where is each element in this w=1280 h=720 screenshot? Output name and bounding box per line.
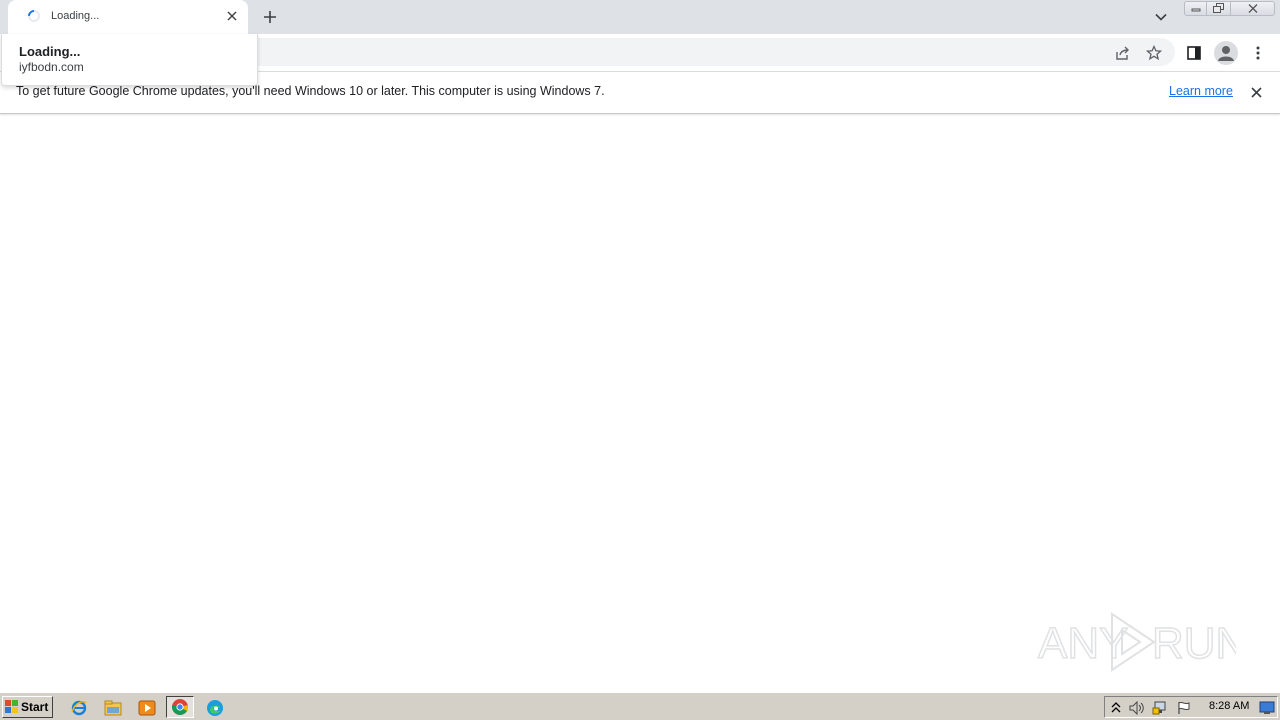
browser-tab[interactable]: Loading... [8, 0, 248, 34]
chevron-down-icon [1155, 13, 1167, 21]
new-tab-button[interactable] [259, 6, 281, 28]
tab-close-button[interactable] [224, 8, 240, 24]
plus-icon [264, 11, 276, 23]
start-label: Start [21, 700, 49, 714]
network-icon [1152, 701, 1166, 715]
tab-title: Loading... [51, 10, 100, 22]
tab-strip: Loading... [0, 0, 1280, 34]
address-bar[interactable] [230, 38, 1175, 66]
hover-card-title: Loading... [19, 44, 81, 59]
watermark-text-run: RUN [1152, 619, 1236, 668]
taskbar-chrome[interactable] [166, 696, 194, 718]
show-desktop-button[interactable] [1259, 700, 1275, 716]
show-hidden-icons-icon [1111, 702, 1121, 713]
show-desktop-icon [1259, 701, 1275, 714]
window-close-button[interactable] [1231, 1, 1275, 16]
minimize-icon [1191, 8, 1200, 11]
windows-taskbar: Start 8:28 AM [0, 692, 1280, 720]
infobar-close-button[interactable] [1248, 84, 1264, 100]
window-minimize-button[interactable] [1184, 1, 1207, 16]
taskbar-edge[interactable] [204, 697, 226, 719]
share-icon [1116, 46, 1129, 60]
side-panel-button[interactable] [1183, 42, 1205, 64]
hover-card-domain: iyfbodn.com [19, 60, 84, 74]
volume-icon [1129, 701, 1144, 715]
watermark-text-any: ANY [1038, 619, 1128, 668]
infobar-message: To get future Google Chrome updates, you… [16, 84, 605, 98]
more-vert-icon [1256, 46, 1260, 60]
tab-hover-card: Loading... iyfbodn.com [1, 34, 258, 86]
windows-logo-icon [5, 700, 18, 713]
window-restore-button[interactable] [1207, 1, 1231, 16]
taskbar-clock[interactable]: 8:28 AM [1209, 700, 1249, 712]
chrome-menu-button[interactable] [1247, 42, 1269, 64]
close-icon [227, 11, 237, 21]
close-icon [1250, 86, 1262, 98]
network-button[interactable] [1152, 700, 1168, 716]
star-icon [1146, 45, 1162, 61]
side-panel-icon [1187, 46, 1201, 60]
system-tray: 8:28 AM [1104, 696, 1278, 718]
media-player-icon [138, 700, 156, 716]
taskbar-internet-explorer[interactable] [68, 697, 90, 719]
action-center-flag-icon [1178, 701, 1190, 714]
profile-avatar-icon [1218, 46, 1234, 61]
show-hidden-icons-button[interactable] [1108, 700, 1124, 716]
loading-spinner-icon [25, 7, 43, 25]
close-icon [1248, 4, 1257, 13]
learn-more-link[interactable]: Learn more [1169, 84, 1233, 98]
tab-search-button[interactable] [1152, 8, 1170, 26]
action-center-button[interactable] [1176, 700, 1192, 716]
share-button[interactable] [1111, 42, 1133, 64]
bookmark-star-button[interactable] [1143, 42, 1165, 64]
file-explorer-icon [104, 700, 122, 716]
edge-icon [207, 700, 223, 716]
start-button[interactable]: Start [2, 696, 53, 718]
volume-button[interactable] [1129, 700, 1145, 716]
taskbar-media-player[interactable] [136, 697, 158, 719]
restore-icon [1212, 3, 1224, 13]
taskbar-file-explorer[interactable] [102, 697, 124, 719]
chrome-icon [172, 699, 189, 715]
profile-avatar-button[interactable] [1214, 41, 1238, 65]
anyrun-watermark: ANY RUN [1036, 606, 1248, 676]
internet-explorer-icon [71, 700, 87, 716]
